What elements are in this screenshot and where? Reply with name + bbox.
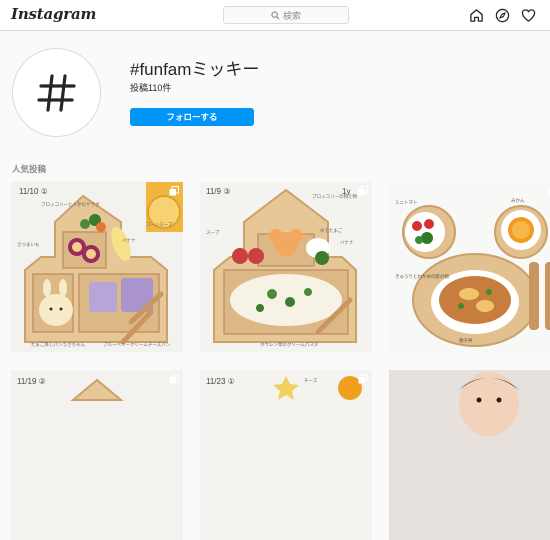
post-thumbnail[interactable]: 11/23 ① チーズ — [200, 370, 372, 540]
hashtag-header: #funfamミッキー 投稿110件 フォローする — [0, 31, 550, 151]
multiple-images-icon — [358, 374, 368, 384]
post-note: 親子丼 — [459, 337, 473, 344]
post-thumbnail[interactable]: 11/10 ① ブロッコリーと人参のサラダ さつまいも バナナ コーンスープ た… — [11, 182, 183, 352]
post-image-pasta-plate: 11/9 ③ 1y ブロッコリーの和え物 スープ ゆでたまご ホウレン草のクリー… — [200, 182, 372, 352]
post-count: 投稿110件 — [130, 81, 171, 94]
post-thumbnail[interactable]: ミニトマト みかん きゅうりとわかめの酢の物 親子丼 — [389, 182, 550, 352]
search-input[interactable]: 検索 — [223, 6, 349, 24]
multiple-images-icon — [358, 186, 368, 196]
hashtag-icon — [35, 71, 79, 115]
post-note: たまご蒸しパンうさちゃん — [31, 341, 86, 348]
explore-icon[interactable] — [495, 8, 510, 23]
top-navigation-bar: Instagram 検索 — [0, 0, 550, 31]
search-placeholder: 検索 — [283, 9, 301, 22]
follow-button[interactable]: フォローする — [130, 108, 254, 126]
post-image-lunch-plate: 11/19 ② — [11, 370, 183, 540]
post-thumbnail[interactable] — [389, 370, 550, 540]
post-note: ホウレン草のクリームパスタ — [260, 341, 318, 348]
post-date-note: 11/9 ③ — [206, 187, 230, 196]
heart-icon[interactable] — [521, 8, 536, 23]
post-note: きゅうりとわかめの酢の物 — [395, 273, 449, 280]
top-posts-label: 人気投稿 — [12, 163, 46, 175]
post-note: ゆでたまご — [320, 227, 343, 234]
post-note: ブルーベリークリームチーズパン — [103, 341, 171, 348]
post-image-lunch-plate: 11/10 ① ブロッコリーと人参のサラダ さつまいも バナナ コーンスープ た… — [11, 182, 183, 352]
hashtag-title: #funfamミッキー — [130, 55, 259, 80]
multiple-images-icon — [169, 186, 179, 196]
hashtag-avatar — [12, 48, 101, 137]
post-note: ブロッコリーの和え物 — [312, 193, 357, 200]
search-icon — [271, 11, 280, 20]
post-date-note: 11/10 ① — [19, 187, 48, 196]
post-image-oyakodon-plate: ミニトマト みかん きゅうりとわかめの酢の物 親子丼 — [389, 182, 550, 352]
post-image-lunch-plate: 11/23 ① チーズ — [200, 370, 372, 540]
post-note: チーズ — [304, 377, 318, 384]
instagram-logo[interactable]: Instagram — [11, 5, 96, 23]
post-note: ブロッコリーと人参のサラダ — [41, 201, 100, 208]
multiple-images-icon — [169, 374, 179, 384]
post-thumbnail[interactable]: 11/19 ② — [11, 370, 183, 540]
post-date-note: 11/23 ① — [206, 377, 235, 386]
home-icon[interactable] — [469, 8, 484, 23]
post-image-baby-photo — [389, 370, 550, 540]
post-thumbnail[interactable]: 11/9 ③ 1y ブロッコリーの和え物 スープ ゆでたまご ホウレン草のクリー… — [200, 182, 372, 352]
post-date-note: 11/19 ② — [17, 377, 46, 386]
post-note: さつまいも — [17, 241, 40, 247]
post-note: みかん — [511, 197, 525, 204]
